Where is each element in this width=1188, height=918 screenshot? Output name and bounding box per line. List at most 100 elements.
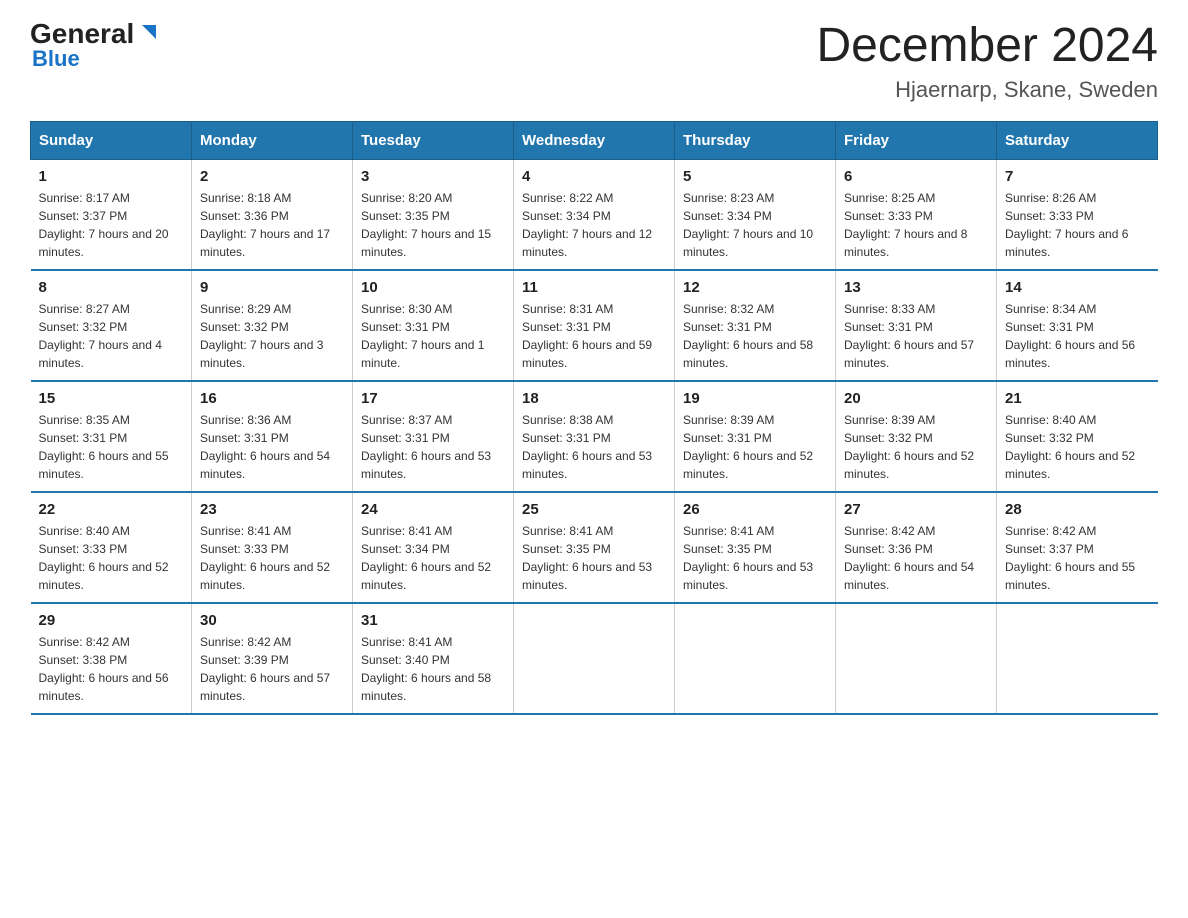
calendar-header-row: Sunday Monday Tuesday Wednesday Thursday… (31, 121, 1158, 159)
table-row: 22 Sunrise: 8:40 AM Sunset: 3:33 PM Dayl… (31, 492, 192, 603)
daylight-label: Daylight: 6 hours and 52 minutes. (1005, 449, 1135, 481)
sunrise-label: Sunrise: 8:36 AM (200, 413, 291, 427)
daylight-label: Daylight: 6 hours and 53 minutes. (361, 449, 491, 481)
day-info: Sunrise: 8:38 AM Sunset: 3:31 PM Dayligh… (522, 411, 666, 483)
day-number: 31 (361, 612, 505, 629)
day-number: 30 (200, 612, 344, 629)
sunset-label: Sunset: 3:31 PM (522, 431, 611, 445)
sunrise-label: Sunrise: 8:34 AM (1005, 302, 1096, 316)
sunrise-label: Sunrise: 8:22 AM (522, 191, 613, 205)
day-number: 17 (361, 390, 505, 407)
sunset-label: Sunset: 3:40 PM (361, 653, 450, 667)
calendar-table: Sunday Monday Tuesday Wednesday Thursday… (30, 121, 1158, 715)
table-row: 1 Sunrise: 8:17 AM Sunset: 3:37 PM Dayli… (31, 159, 192, 270)
day-number: 8 (39, 279, 184, 296)
daylight-label: Daylight: 7 hours and 6 minutes. (1005, 227, 1128, 259)
daylight-label: Daylight: 7 hours and 4 minutes. (39, 338, 162, 370)
day-info: Sunrise: 8:41 AM Sunset: 3:35 PM Dayligh… (522, 522, 666, 594)
sunset-label: Sunset: 3:34 PM (683, 209, 772, 223)
sunset-label: Sunset: 3:37 PM (39, 209, 128, 223)
sunrise-label: Sunrise: 8:29 AM (200, 302, 291, 316)
sunset-label: Sunset: 3:39 PM (200, 653, 289, 667)
table-row: 8 Sunrise: 8:27 AM Sunset: 3:32 PM Dayli… (31, 270, 192, 381)
table-row: 31 Sunrise: 8:41 AM Sunset: 3:40 PM Dayl… (353, 603, 514, 714)
sunset-label: Sunset: 3:31 PM (200, 431, 289, 445)
sunset-label: Sunset: 3:31 PM (39, 431, 128, 445)
table-row: 23 Sunrise: 8:41 AM Sunset: 3:33 PM Dayl… (192, 492, 353, 603)
day-info: Sunrise: 8:41 AM Sunset: 3:35 PM Dayligh… (683, 522, 827, 594)
day-info: Sunrise: 8:41 AM Sunset: 3:33 PM Dayligh… (200, 522, 344, 594)
day-number: 28 (1005, 501, 1150, 518)
daylight-label: Daylight: 6 hours and 53 minutes. (683, 560, 813, 592)
day-info: Sunrise: 8:32 AM Sunset: 3:31 PM Dayligh… (683, 300, 827, 372)
daylight-label: Daylight: 7 hours and 8 minutes. (844, 227, 967, 259)
daylight-label: Daylight: 6 hours and 52 minutes. (844, 449, 974, 481)
day-number: 18 (522, 390, 666, 407)
page-header: General Blue December 2024 Hjaernarp, Sk… (30, 20, 1158, 103)
sunset-label: Sunset: 3:31 PM (844, 320, 933, 334)
table-row (514, 603, 675, 714)
sunrise-label: Sunrise: 8:32 AM (683, 302, 774, 316)
table-row: 2 Sunrise: 8:18 AM Sunset: 3:36 PM Dayli… (192, 159, 353, 270)
daylight-label: Daylight: 6 hours and 53 minutes. (522, 449, 652, 481)
daylight-label: Daylight: 6 hours and 59 minutes. (522, 338, 652, 370)
day-number: 23 (200, 501, 344, 518)
day-info: Sunrise: 8:29 AM Sunset: 3:32 PM Dayligh… (200, 300, 344, 372)
table-row: 11 Sunrise: 8:31 AM Sunset: 3:31 PM Dayl… (514, 270, 675, 381)
calendar-week-row: 8 Sunrise: 8:27 AM Sunset: 3:32 PM Dayli… (31, 270, 1158, 381)
daylight-label: Daylight: 7 hours and 10 minutes. (683, 227, 813, 259)
logo-blue-text: Blue (32, 48, 160, 70)
day-number: 10 (361, 279, 505, 296)
daylight-label: Daylight: 7 hours and 12 minutes. (522, 227, 652, 259)
daylight-label: Daylight: 7 hours and 3 minutes. (200, 338, 323, 370)
sunset-label: Sunset: 3:31 PM (361, 320, 450, 334)
day-info: Sunrise: 8:31 AM Sunset: 3:31 PM Dayligh… (522, 300, 666, 372)
sunset-label: Sunset: 3:35 PM (522, 542, 611, 556)
table-row: 21 Sunrise: 8:40 AM Sunset: 3:32 PM Dayl… (997, 381, 1158, 492)
sunrise-label: Sunrise: 8:39 AM (844, 413, 935, 427)
day-number: 22 (39, 501, 184, 518)
day-info: Sunrise: 8:17 AM Sunset: 3:37 PM Dayligh… (39, 189, 184, 261)
daylight-label: Daylight: 6 hours and 55 minutes. (39, 449, 169, 481)
sunset-label: Sunset: 3:31 PM (1005, 320, 1094, 334)
sunset-label: Sunset: 3:37 PM (1005, 542, 1094, 556)
daylight-label: Daylight: 6 hours and 56 minutes. (39, 671, 169, 703)
day-info: Sunrise: 8:35 AM Sunset: 3:31 PM Dayligh… (39, 411, 184, 483)
table-row: 6 Sunrise: 8:25 AM Sunset: 3:33 PM Dayli… (836, 159, 997, 270)
sunrise-label: Sunrise: 8:31 AM (522, 302, 613, 316)
day-info: Sunrise: 8:42 AM Sunset: 3:36 PM Dayligh… (844, 522, 988, 594)
sunset-label: Sunset: 3:32 PM (200, 320, 289, 334)
table-row: 29 Sunrise: 8:42 AM Sunset: 3:38 PM Dayl… (31, 603, 192, 714)
day-number: 4 (522, 168, 666, 185)
day-info: Sunrise: 8:25 AM Sunset: 3:33 PM Dayligh… (844, 189, 988, 261)
sunrise-label: Sunrise: 8:40 AM (1005, 413, 1096, 427)
day-info: Sunrise: 8:36 AM Sunset: 3:31 PM Dayligh… (200, 411, 344, 483)
col-monday: Monday (192, 121, 353, 159)
sunrise-label: Sunrise: 8:30 AM (361, 302, 452, 316)
day-info: Sunrise: 8:30 AM Sunset: 3:31 PM Dayligh… (361, 300, 505, 372)
daylight-label: Daylight: 7 hours and 15 minutes. (361, 227, 491, 259)
table-row: 18 Sunrise: 8:38 AM Sunset: 3:31 PM Dayl… (514, 381, 675, 492)
day-number: 19 (683, 390, 827, 407)
daylight-label: Daylight: 6 hours and 52 minutes. (39, 560, 169, 592)
day-info: Sunrise: 8:40 AM Sunset: 3:32 PM Dayligh… (1005, 411, 1150, 483)
table-row: 26 Sunrise: 8:41 AM Sunset: 3:35 PM Dayl… (675, 492, 836, 603)
sunrise-label: Sunrise: 8:41 AM (522, 524, 613, 538)
month-year-title: December 2024 (816, 20, 1158, 73)
sunset-label: Sunset: 3:33 PM (39, 542, 128, 556)
table-row: 12 Sunrise: 8:32 AM Sunset: 3:31 PM Dayl… (675, 270, 836, 381)
daylight-label: Daylight: 7 hours and 1 minute. (361, 338, 484, 370)
day-number: 24 (361, 501, 505, 518)
sunset-label: Sunset: 3:34 PM (361, 542, 450, 556)
sunrise-label: Sunrise: 8:35 AM (39, 413, 130, 427)
sunrise-label: Sunrise: 8:33 AM (844, 302, 935, 316)
sunset-label: Sunset: 3:36 PM (844, 542, 933, 556)
table-row: 28 Sunrise: 8:42 AM Sunset: 3:37 PM Dayl… (997, 492, 1158, 603)
sunrise-label: Sunrise: 8:41 AM (361, 635, 452, 649)
day-number: 9 (200, 279, 344, 296)
sunset-label: Sunset: 3:35 PM (361, 209, 450, 223)
col-tuesday: Tuesday (353, 121, 514, 159)
day-info: Sunrise: 8:41 AM Sunset: 3:34 PM Dayligh… (361, 522, 505, 594)
day-info: Sunrise: 8:42 AM Sunset: 3:37 PM Dayligh… (1005, 522, 1150, 594)
sunset-label: Sunset: 3:31 PM (522, 320, 611, 334)
